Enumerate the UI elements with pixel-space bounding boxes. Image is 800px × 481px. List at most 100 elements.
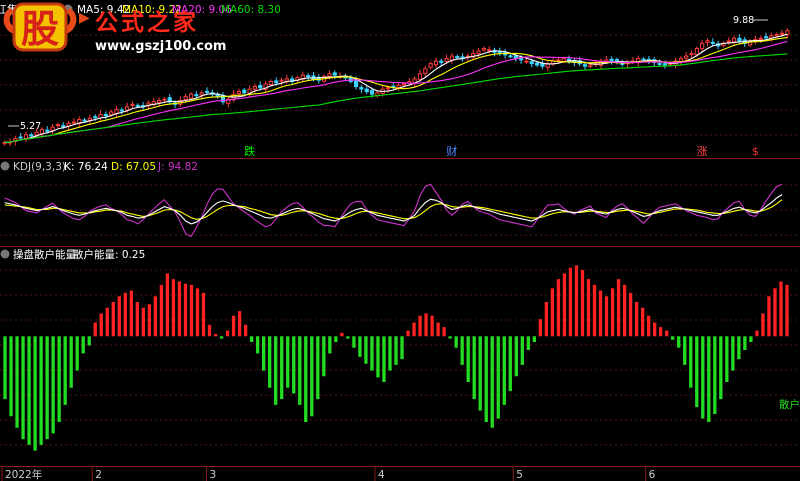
energy-bar bbox=[773, 288, 777, 337]
candle-body bbox=[135, 104, 140, 107]
candle-body bbox=[18, 136, 23, 139]
kdj-panel-collapse-icon[interactable] bbox=[0, 161, 10, 171]
candle bbox=[625, 59, 630, 68]
stock-chart[interactable]: 跌财涨$ 2022年23456 东江集团(日线) MA5: 9.42 MA10:… bbox=[0, 0, 800, 481]
candle-body bbox=[82, 119, 87, 122]
energy-bar bbox=[141, 307, 146, 337]
candle-body bbox=[114, 108, 119, 114]
candle bbox=[471, 49, 476, 60]
low-price-label: 5.27 bbox=[20, 121, 41, 132]
energy-bar bbox=[27, 336, 31, 445]
candle bbox=[98, 110, 103, 121]
energy-bar bbox=[388, 336, 392, 371]
candle-body bbox=[481, 47, 486, 51]
energy-bar bbox=[448, 336, 452, 339]
candle-body bbox=[199, 92, 204, 96]
date-label: 3 bbox=[210, 469, 217, 481]
energy-bar bbox=[87, 336, 91, 346]
energy-bar bbox=[592, 284, 597, 337]
candle-body bbox=[556, 59, 561, 62]
candle bbox=[540, 59, 545, 70]
energy-bar bbox=[249, 336, 254, 342]
candle bbox=[689, 50, 694, 59]
energy-bar bbox=[21, 336, 25, 440]
energy-bar bbox=[9, 336, 13, 417]
energy-bar bbox=[316, 336, 320, 400]
candle-body bbox=[242, 89, 247, 94]
energy-bar bbox=[57, 336, 61, 422]
date-label: 5 bbox=[516, 469, 523, 481]
energy-bar bbox=[147, 304, 152, 337]
energy-bar bbox=[556, 279, 561, 337]
energy-bar bbox=[334, 336, 338, 342]
energy-panel-grid bbox=[0, 269, 800, 446]
candle-body bbox=[731, 37, 737, 43]
candle-body bbox=[689, 53, 694, 56]
candle bbox=[636, 55, 641, 67]
candle bbox=[156, 97, 162, 106]
candle-body bbox=[369, 90, 375, 95]
candle bbox=[50, 124, 55, 135]
candle bbox=[167, 94, 172, 105]
energy-bar bbox=[99, 313, 103, 337]
energy-bar bbox=[358, 336, 362, 357]
candle-body bbox=[401, 83, 407, 86]
candle-body bbox=[529, 61, 534, 65]
candle-body bbox=[758, 37, 763, 40]
logo-url: www.gszj100.com bbox=[95, 39, 226, 54]
energy-panel-collapse-icon[interactable] bbox=[0, 249, 10, 259]
energy-bar bbox=[586, 279, 591, 337]
candle-body bbox=[359, 87, 364, 90]
candle-body bbox=[487, 49, 492, 52]
candle-body bbox=[71, 121, 76, 124]
candle-body bbox=[705, 40, 710, 43]
energy-bar bbox=[622, 284, 627, 337]
candle-body bbox=[396, 84, 401, 89]
energy-bar bbox=[159, 284, 164, 337]
candle-body bbox=[534, 62, 540, 66]
energy-bar bbox=[69, 336, 73, 388]
candle-body bbox=[327, 73, 332, 77]
date-axis: 2022年 2 3 4 5 6 bbox=[1, 466, 656, 481]
kdj-panel-grid bbox=[0, 184, 800, 236]
candle-body bbox=[588, 64, 593, 67]
candle-body bbox=[353, 79, 359, 88]
energy-bar bbox=[105, 307, 109, 337]
candle bbox=[247, 85, 252, 97]
energy-bar bbox=[743, 336, 747, 350]
candle bbox=[226, 96, 231, 108]
energy-bar bbox=[201, 292, 206, 337]
candle-body bbox=[449, 55, 455, 61]
candle-body bbox=[662, 63, 667, 66]
energy-bar bbox=[683, 336, 687, 365]
candle-body bbox=[524, 60, 529, 63]
energy-bar bbox=[394, 336, 398, 365]
signal-label: 跌 bbox=[244, 144, 255, 158]
candle bbox=[23, 131, 29, 142]
candle-body bbox=[55, 124, 61, 127]
candle-body bbox=[274, 80, 279, 84]
candle bbox=[609, 56, 614, 65]
energy-bar bbox=[526, 336, 530, 350]
candle-body bbox=[50, 126, 55, 131]
energy-value-label: 散户能量: 0.25 bbox=[73, 248, 145, 261]
energy-bar bbox=[171, 279, 176, 337]
candle bbox=[220, 92, 226, 105]
energy-bar bbox=[237, 311, 242, 337]
energy-bar bbox=[346, 336, 350, 339]
kdj-k-label: K: 76.24 bbox=[64, 161, 108, 173]
candle-body bbox=[684, 55, 689, 59]
date-label: 2 bbox=[95, 469, 102, 481]
energy-bar bbox=[454, 336, 458, 348]
candle-body bbox=[23, 134, 29, 139]
candle-body bbox=[694, 47, 699, 56]
candle-body bbox=[93, 116, 98, 119]
energy-bar bbox=[731, 336, 735, 371]
candle-body bbox=[61, 125, 66, 128]
candle bbox=[508, 53, 513, 59]
energy-bar bbox=[502, 336, 506, 405]
energy-bar bbox=[604, 296, 609, 337]
candle-body bbox=[306, 75, 311, 78]
energy-bar bbox=[153, 296, 158, 337]
energy-bar bbox=[725, 336, 729, 382]
